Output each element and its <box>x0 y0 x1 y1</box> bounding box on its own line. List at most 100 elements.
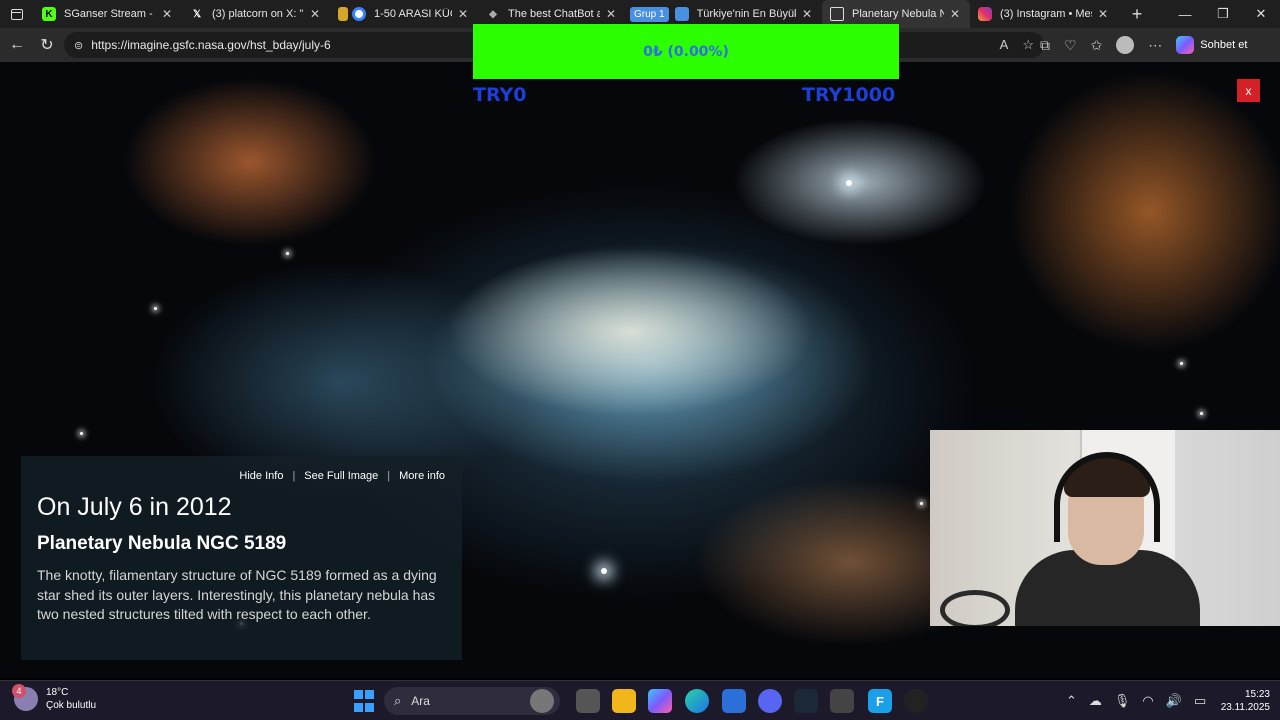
tab-actions-icon <box>11 8 23 20</box>
settings-more-icon[interactable]: ⋯ <box>1148 37 1162 54</box>
app-icon[interactable] <box>830 689 854 713</box>
discord-icon[interactable] <box>758 689 782 713</box>
star <box>601 568 607 574</box>
webcam-overlay <box>930 430 1280 626</box>
microphone-icon[interactable]: 🎙 <box>1114 693 1131 709</box>
weather-description: Çok bulutlu <box>46 700 97 711</box>
store-icon[interactable] <box>722 689 746 713</box>
close-tab-icon[interactable]: ✕ <box>160 7 174 21</box>
site-info-icon[interactable]: ⊜ <box>74 39 83 52</box>
close-window-button[interactable]: ✕ <box>1242 0 1280 28</box>
chevron-up-icon[interactable]: ⌃ <box>1066 693 1077 709</box>
browser-essentials-icon[interactable]: ♡ <box>1064 37 1077 54</box>
star <box>920 502 923 505</box>
favorite-star-icon[interactable]: ☆ <box>1022 37 1034 53</box>
edge-browser-icon[interactable] <box>685 689 709 713</box>
windows-logo-icon <box>365 703 374 712</box>
refresh-button[interactable]: ↻ <box>32 30 62 60</box>
clock-date: 23.11.2025 <box>1220 702 1270 713</box>
steam-icon[interactable] <box>794 689 818 713</box>
windows-logo-icon <box>365 690 374 699</box>
goal-max-label: TRY1000 <box>802 84 896 106</box>
tab-group-label[interactable]: Grup 1 <box>630 6 669 22</box>
close-tab-icon[interactable]: ✕ <box>800 7 814 21</box>
tab-title: SGanser Stream - Wa <box>64 8 156 20</box>
read-aloud-icon[interactable]: A <box>1000 37 1009 53</box>
copilot-app-icon[interactable] <box>648 689 672 713</box>
windows-logo-icon <box>354 703 363 712</box>
star <box>846 180 852 186</box>
tab-kick-stream[interactable]: K SGanser Stream - Wa ✕ <box>34 0 182 28</box>
star <box>154 307 157 310</box>
onedrive-cloud-icon[interactable]: ☁ <box>1089 693 1102 709</box>
tab-number-game[interactable]: 1-50 ARASI KÜÇ ✕ <box>330 0 478 28</box>
search-placeholder: Ara <box>411 694 430 708</box>
clock[interactable]: 15:23 23.11.2025 <box>1206 688 1270 714</box>
info-links: Hide Info | See Full Image | More info <box>239 470 445 482</box>
close-overlay-button[interactable]: x <box>1237 79 1260 102</box>
more-info-link[interactable]: More info <box>399 470 445 482</box>
toolbar: ⧉ ♡ ✩ ⋯ Sohbet et <box>1040 28 1247 62</box>
favorites-icon[interactable]: ✩ <box>1091 37 1103 54</box>
circle-icon <box>352 7 366 21</box>
see-full-image-link[interactable]: See Full Image <box>304 470 378 482</box>
new-tab-button[interactable]: + <box>1124 4 1150 25</box>
notification-badge: 4 <box>12 684 26 698</box>
tab-actions-menu-button[interactable] <box>0 0 34 28</box>
file-explorer-icon[interactable] <box>612 689 636 713</box>
donation-ticker: 0₺ (0.00%) <box>473 24 899 79</box>
nasa-icon <box>830 7 844 21</box>
close-tab-icon[interactable]: ✕ <box>1096 7 1110 21</box>
tab-title: 1-50 ARASI KÜÇ <box>374 8 452 20</box>
weather-widget[interactable]: 4 18°C Çok bulutlu <box>12 684 97 712</box>
volume-icon[interactable]: 🔊 <box>1166 693 1182 709</box>
star <box>1180 362 1183 365</box>
copilot-icon <box>1176 36 1195 54</box>
star <box>80 432 83 435</box>
close-tab-icon[interactable]: ✕ <box>456 7 470 21</box>
wifi-icon[interactable]: ◠ <box>1142 693 1153 709</box>
info-description: The knotty, filamentary structure of NGC… <box>37 567 437 622</box>
info-panel: Hide Info | See Full Image | More info O… <box>21 456 462 660</box>
tab-title: (3) platcorn on X: "Ca <box>212 8 304 20</box>
battery-icon[interactable]: ▭ <box>1194 693 1206 709</box>
kick-icon: K <box>42 7 56 21</box>
app-orb-icon[interactable] <box>904 689 928 713</box>
goal-min-label: TRY0 <box>473 84 527 106</box>
cloud-icon: 4 <box>12 684 38 711</box>
folder-icon <box>338 7 348 21</box>
star <box>1200 412 1203 415</box>
system-tray: ⌃ ☁ 🎙 ◠ 🔊 ▭ <box>1066 681 1206 720</box>
close-tab-icon[interactable]: ✕ <box>308 7 322 21</box>
copilot-button[interactable]: Sohbet et <box>1176 36 1247 54</box>
start-button[interactable] <box>352 689 376 713</box>
extensions-icon[interactable]: ⧉ <box>1040 37 1050 54</box>
search-icon: ⌕ <box>394 693 402 708</box>
weather-temperature: 18°C <box>46 687 69 698</box>
chatbot-icon: ◆ <box>489 8 497 20</box>
windows-logo-icon <box>354 690 363 699</box>
restore-button[interactable]: ❐ <box>1204 0 1242 28</box>
clock-time: 15:23 <box>1244 689 1270 700</box>
app-f-icon[interactable]: F <box>868 689 892 713</box>
info-date-heading: On July 6 in 2012 <box>37 493 232 521</box>
tab-x-post[interactable]: 𝕏 (3) platcorn on X: "Ca ✕ <box>182 0 330 28</box>
hide-info-link[interactable]: Hide Info <box>239 470 283 482</box>
close-tab-icon[interactable]: ✕ <box>604 7 618 21</box>
instagram-icon <box>978 7 992 21</box>
taskbar: 4 18°C Çok bulutlu ⌕ Ara F ⌃ ☁ 🎙 ◠ 🔊 ▭ 1… <box>0 680 1280 720</box>
tab-title: The best ChatBot and <box>508 8 600 20</box>
profile-avatar[interactable] <box>1116 36 1135 54</box>
url-text[interactable]: https://imagine.gsfc.nasa.gov/hst_bday/j… <box>91 38 330 52</box>
tab-title: Planetary Nebula NG <box>852 8 944 20</box>
tab-title: (3) Instagram • Mesaj <box>1000 8 1092 20</box>
close-icon: x <box>1245 83 1252 98</box>
minimize-button[interactable]: — <box>1166 0 1204 28</box>
close-tab-icon[interactable]: ✕ <box>948 7 962 21</box>
group-icon <box>674 7 689 21</box>
back-button[interactable]: ← <box>2 30 32 60</box>
search-highlight-icon[interactable] <box>530 689 554 713</box>
task-view-icon[interactable] <box>576 689 600 713</box>
tab-instagram[interactable]: (3) Instagram • Mesaj ✕ <box>970 0 1118 28</box>
star <box>286 252 289 255</box>
